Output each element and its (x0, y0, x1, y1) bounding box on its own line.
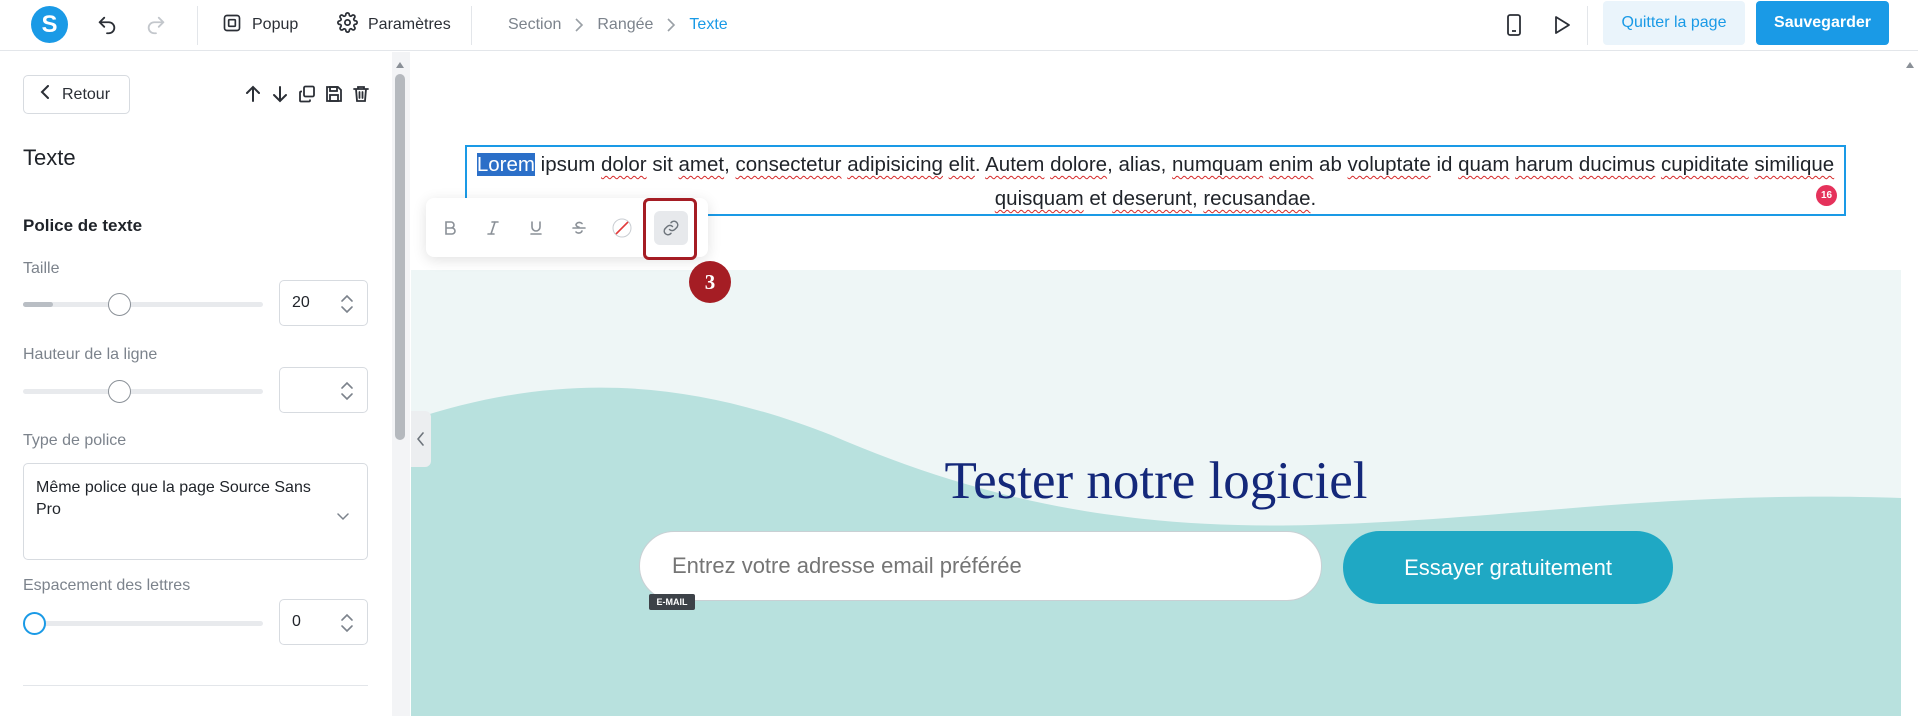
highlight-annotation-box (643, 198, 697, 260)
quit-page-button[interactable]: Quitter la page (1603, 1, 1745, 45)
font-type-label: Type de police (23, 432, 127, 449)
breadcrumb-section[interactable]: Section (508, 16, 561, 34)
misspelled-word[interactable]: dolor (601, 153, 647, 176)
panel-scrollbar[interactable] (392, 52, 410, 716)
font-type-value: Même police que la page Source Sans Pro (36, 479, 311, 518)
duplicate-icon[interactable] (296, 83, 318, 105)
misspelled-word[interactable]: harum (1515, 153, 1573, 176)
section-title: Police de texte (23, 216, 143, 235)
strikethrough-icon[interactable] (566, 215, 592, 241)
size-label: Taille (23, 260, 60, 277)
misspelled-word[interactable]: quam (1458, 153, 1509, 176)
mobile-preview-icon[interactable] (1501, 12, 1527, 38)
underline-icon[interactable] (523, 215, 549, 241)
arrow-down-icon[interactable] (269, 83, 291, 105)
size-value: 20 (292, 294, 310, 311)
letter-spacing-value: 0 (292, 613, 301, 630)
chevron-down-icon (337, 506, 349, 528)
breadcrumb-row[interactable]: Rangée (597, 16, 653, 34)
properties-panel: Retour Texte Police de texte Taille 20 H… (0, 52, 410, 716)
text-color-icon[interactable] (609, 215, 635, 241)
paragraph-text[interactable]: ipsum dolor sit amet, consectetur adipis… (541, 153, 1835, 210)
try-free-button[interactable]: Essayer gratuitement (1343, 531, 1673, 604)
page-canvas: Lorem ipsum dolor sit amet, consectetur … (411, 52, 1901, 716)
misspelled-word[interactable]: numquam (1172, 153, 1263, 176)
letter-spacing-slider[interactable] (23, 612, 263, 635)
chevron-right-icon (573, 18, 585, 32)
misspelled-word[interactable]: enim (1269, 153, 1313, 176)
breadcrumb: Section Rangée Texte (508, 13, 728, 37)
size-input[interactable]: 20 (279, 280, 368, 326)
play-icon[interactable] (1549, 12, 1575, 38)
size-slider-knob[interactable] (108, 293, 131, 316)
chevron-left-icon (40, 85, 50, 104)
cta-heading[interactable]: Tester notre logiciel (411, 451, 1901, 511)
top-toolbar: S Popup Paramètres Section Rangée Texte (0, 0, 1918, 51)
misspelled-word[interactable]: elit (949, 153, 975, 176)
stepper-icon[interactable] (340, 611, 354, 635)
settings-label: Paramètres (368, 16, 451, 33)
toolbar-divider (1587, 6, 1588, 45)
email-input[interactable] (639, 531, 1322, 601)
letter-spacing-slider-knob[interactable] (23, 612, 46, 635)
collapse-panel-button[interactable] (411, 411, 431, 467)
char-count-badge: 16 (1816, 185, 1837, 206)
scrollbar-thumb[interactable] (395, 74, 405, 440)
popup-icon (222, 13, 242, 38)
stepper-icon[interactable] (340, 292, 354, 316)
line-height-slider[interactable] (23, 380, 263, 403)
letter-spacing-input[interactable]: 0 (279, 599, 368, 645)
toolbar-divider (197, 6, 198, 45)
panel-title: Texte (23, 145, 76, 170)
trash-icon[interactable] (350, 83, 372, 105)
misspelled-word[interactable]: cupiditate (1661, 153, 1749, 176)
bold-icon[interactable] (437, 215, 463, 241)
misspelled-word[interactable]: deserunt (1112, 187, 1192, 210)
misspelled-word[interactable]: recusandae (1203, 187, 1310, 210)
arrow-up-icon[interactable] (242, 83, 264, 105)
undo-icon[interactable] (94, 12, 120, 38)
misspelled-word[interactable]: consectetur (736, 153, 842, 176)
misspelled-word[interactable]: ducimus (1579, 153, 1655, 176)
step-number-badge: 3 (689, 261, 731, 303)
misspelled-word[interactable]: voluptate (1348, 153, 1431, 176)
save-block-icon[interactable] (323, 83, 345, 105)
popup-label: Popup (252, 16, 299, 33)
letter-spacing-label: Espacement des lettres (23, 577, 191, 594)
toolbar-divider (471, 6, 472, 45)
line-height-slider-knob[interactable] (108, 380, 131, 403)
app-logo[interactable]: S (31, 6, 68, 43)
selected-text[interactable]: Lorem (476, 153, 535, 176)
italic-icon[interactable] (480, 215, 506, 241)
scroll-up-icon[interactable] (1905, 56, 1915, 74)
stepper-icon[interactable] (340, 379, 354, 403)
popup-button[interactable]: Popup (222, 12, 298, 38)
size-slider-track-fill (23, 302, 53, 307)
misspelled-word[interactable]: similique (1754, 153, 1834, 176)
font-type-select[interactable]: Même police que la page Source Sans Pro (23, 463, 368, 560)
chevron-right-icon (665, 18, 677, 32)
redo-icon[interactable] (143, 12, 169, 38)
element-actions (242, 83, 372, 105)
panel-divider (23, 685, 368, 686)
misspelled-word[interactable]: dolore (1050, 153, 1107, 176)
breadcrumb-text[interactable]: Texte (689, 16, 727, 34)
line-height-input[interactable] (279, 367, 368, 413)
size-slider[interactable] (23, 293, 263, 316)
misspelled-word[interactable]: adipisicing (847, 153, 943, 176)
back-button[interactable]: Retour (23, 75, 130, 114)
gear-icon (337, 12, 358, 38)
misspelled-word[interactable]: quisquam (995, 187, 1084, 210)
line-height-label: Hauteur de la ligne (23, 346, 158, 363)
scroll-up-icon[interactable] (395, 56, 405, 74)
misspelled-word[interactable]: amet (679, 153, 725, 176)
back-label: Retour (62, 85, 111, 103)
misspelled-word[interactable]: Autem (985, 153, 1044, 176)
canvas-scrollbar[interactable] (1901, 52, 1918, 716)
settings-button[interactable]: Paramètres (337, 12, 451, 38)
save-button[interactable]: Sauvegarder (1756, 1, 1889, 45)
email-field-tag: E-MAIL (649, 594, 695, 610)
